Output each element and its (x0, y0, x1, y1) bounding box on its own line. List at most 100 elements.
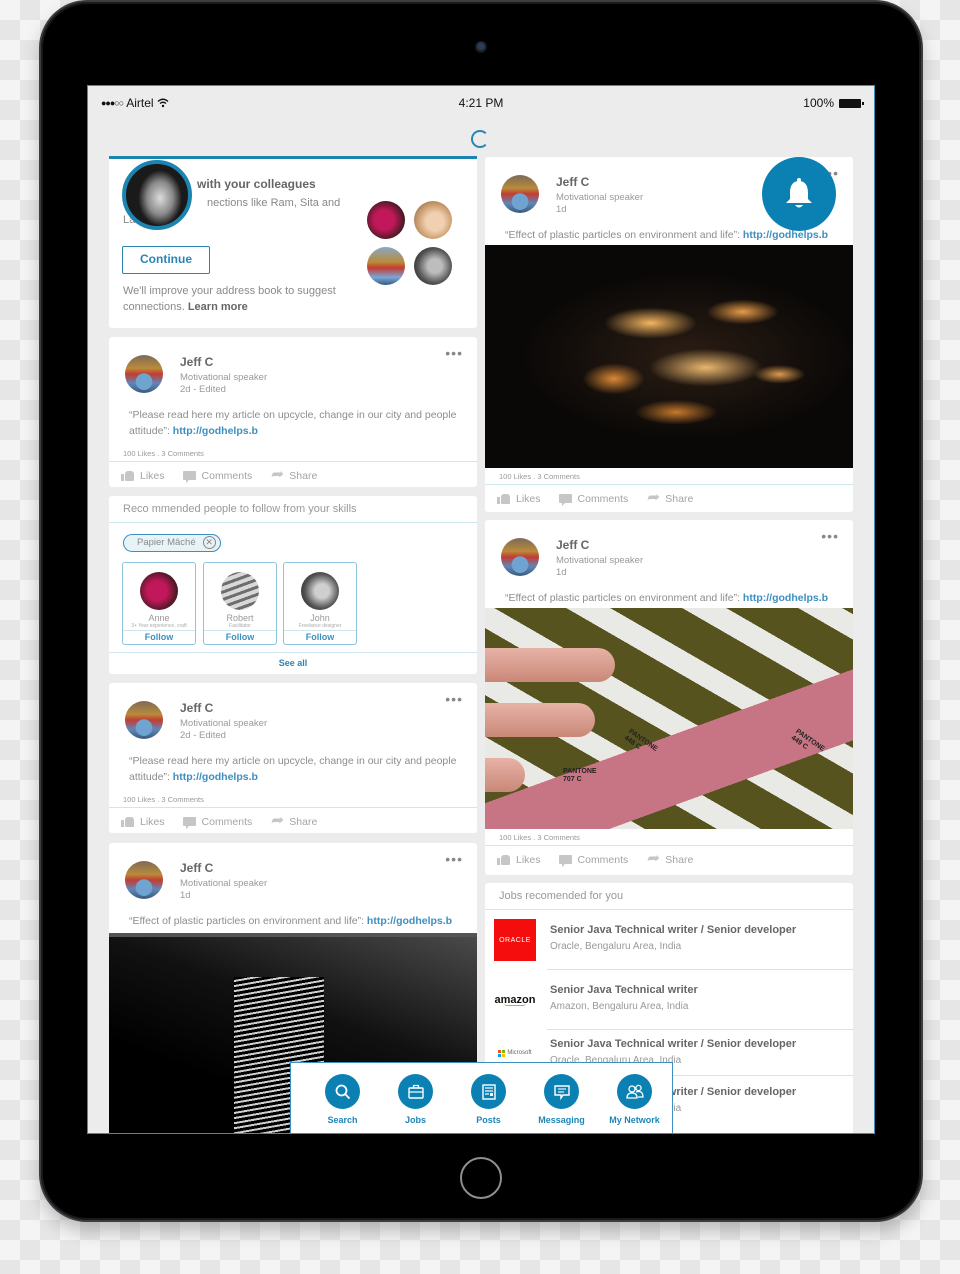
job-listing[interactable]: ORACLE Senior Java Technical writer / Se… (485, 910, 853, 970)
amazon-logo: amazon (494, 979, 536, 1021)
nav-messaging[interactable]: Messaging (525, 1063, 598, 1133)
follow-button[interactable]: Follow (123, 630, 195, 644)
post-image-pantone[interactable]: PANTONE 707 C PANTONE 448 C PANTONE 449 … (485, 608, 853, 829)
search-icon (335, 1084, 350, 1099)
author-avatar[interactable] (125, 701, 163, 739)
person-name: Robert (226, 613, 254, 623)
continue-button[interactable]: Continue (122, 246, 210, 274)
post-link[interactable]: http://godhelps.b (367, 915, 452, 927)
close-icon[interactable]: ✕ (202, 536, 216, 549)
home-button[interactable] (460, 1157, 502, 1199)
person-card[interactable]: Robert Facilitator Follow (203, 562, 277, 645)
post-link[interactable]: http://godhelps.b (173, 425, 258, 437)
post-body: “Effect of plastic particles on environm… (505, 229, 743, 241)
comment-icon (182, 471, 196, 483)
like-label: Likes (140, 469, 165, 482)
skill-filter-chip[interactable]: Papier Mâché ✕ (123, 534, 221, 552)
user-profile-avatar[interactable] (122, 160, 192, 230)
job-location: Oracle, Bengaluru Area, India (550, 941, 682, 952)
comment-button[interactable]: Comments (558, 492, 629, 506)
job-title[interactable]: Senior Java Technical writer / Senior de… (550, 1038, 796, 1050)
like-button[interactable]: Likes (497, 493, 541, 505)
author-name[interactable]: Jeff C (180, 861, 213, 875)
newspaper-icon (481, 1083, 496, 1100)
more-options-icon[interactable]: ••• (445, 851, 463, 867)
author-name[interactable]: Jeff C (556, 175, 589, 189)
nav-label: My Network (609, 1115, 660, 1125)
battery-icon (839, 98, 864, 108)
job-location: Amazon, Bengaluru Area, India (550, 1001, 689, 1012)
message-icon (553, 1084, 570, 1100)
see-all-link[interactable]: See all (109, 652, 477, 674)
share-label: Share (289, 469, 318, 482)
learn-more-link[interactable]: Learn more (188, 301, 248, 313)
job-title[interactable]: Senior Java Technical writer (550, 984, 698, 996)
skill-chip-label: Papier Mâché (137, 537, 196, 548)
battery-percentage: 100% (803, 96, 834, 110)
post-actions: Likes Comments Share (485, 845, 853, 873)
comment-button[interactable]: Comments (182, 815, 253, 829)
more-options-icon[interactable]: ••• (821, 528, 839, 544)
finger-shape (485, 703, 595, 737)
suggested-connection-avatar[interactable] (414, 247, 452, 285)
more-options-icon[interactable]: ••• (445, 691, 463, 707)
share-button[interactable]: Share (270, 465, 318, 483)
suggested-connection-avatar[interactable] (367, 247, 405, 285)
follow-button[interactable]: Follow (284, 630, 356, 644)
like-button[interactable]: Likes (121, 816, 165, 828)
app-screen: ●●●○○ Airtel 4:21 PM 100% with your coll… (87, 85, 875, 1134)
like-button[interactable]: Likes (497, 854, 541, 866)
suggested-connection-avatar[interactable] (367, 201, 405, 239)
job-title[interactable]: Senior Java Technical writer / Senior de… (550, 924, 796, 936)
person-card[interactable]: Anne 3+ Year experience, craft Follow (122, 562, 196, 645)
person-role: Freelance designer (298, 623, 342, 629)
nav-my-network[interactable]: My Network (598, 1063, 671, 1133)
post-text: “Please read here my article on upcycle,… (109, 407, 477, 449)
nav-jobs[interactable]: Jobs (379, 1063, 452, 1133)
nav-label: Jobs (404, 1115, 426, 1125)
author-avatar[interactable] (125, 861, 163, 899)
post-stats: 100 Likes . 3 Comments (499, 833, 580, 842)
author-title: Motivational speaker (556, 555, 644, 566)
person-role: Facilitator (229, 623, 251, 629)
author-name[interactable]: Jeff C (556, 538, 589, 552)
post-header: Jeff C Motivational speaker 1d ••• (109, 843, 477, 913)
notifications-button[interactable] (762, 157, 836, 231)
post-image-fire[interactable] (485, 245, 853, 468)
share-label: Share (665, 492, 694, 505)
like-label: Likes (516, 492, 541, 505)
share-button[interactable]: Share (646, 488, 694, 506)
comment-label: Comments (577, 492, 629, 505)
person-role: 3+ Year experience, craft (131, 623, 187, 629)
author-avatar[interactable] (125, 355, 163, 393)
author-name[interactable]: Jeff C (180, 701, 213, 715)
person-avatar (301, 572, 339, 610)
nav-posts[interactable]: Posts (452, 1063, 525, 1133)
share-button[interactable]: Share (646, 849, 693, 867)
job-listing[interactable]: amazon Senior Java Technical writer Amaz… (485, 970, 853, 1030)
comment-label: Comments (201, 815, 253, 828)
post-timestamp: 1d (556, 567, 567, 578)
author-avatar[interactable] (501, 175, 539, 213)
comment-icon (558, 855, 572, 867)
nav-icon-circle (471, 1074, 506, 1109)
person-card[interactable]: John Freelance designer Follow (283, 562, 357, 645)
more-options-icon[interactable]: ••• (445, 345, 463, 361)
comment-button[interactable]: Comments (182, 470, 252, 483)
post-text: “Please read here my article on upcycle,… (109, 753, 477, 795)
connect-card-note: We'll improve your address book to sugge… (123, 283, 373, 315)
share-button[interactable]: Share (270, 811, 317, 829)
post-stats: 100 Likes . 3 Comments (123, 795, 204, 804)
pantone-label: PANTONE 449 C (789, 727, 826, 753)
follow-button[interactable]: Follow (204, 630, 276, 644)
briefcase-icon (407, 1084, 424, 1099)
post-link[interactable]: http://godhelps.b (743, 592, 828, 604)
like-button[interactable]: Likes (121, 470, 165, 482)
post-link[interactable]: http://godhelps.b (173, 771, 258, 783)
author-name[interactable]: Jeff C (180, 355, 213, 369)
comment-button[interactable]: Comments (558, 854, 628, 867)
nav-search[interactable]: Search (306, 1063, 379, 1133)
post-body: “Effect of plastic particles on environm… (505, 592, 743, 604)
author-avatar[interactable] (501, 538, 539, 576)
suggested-connection-avatar[interactable] (414, 201, 452, 239)
